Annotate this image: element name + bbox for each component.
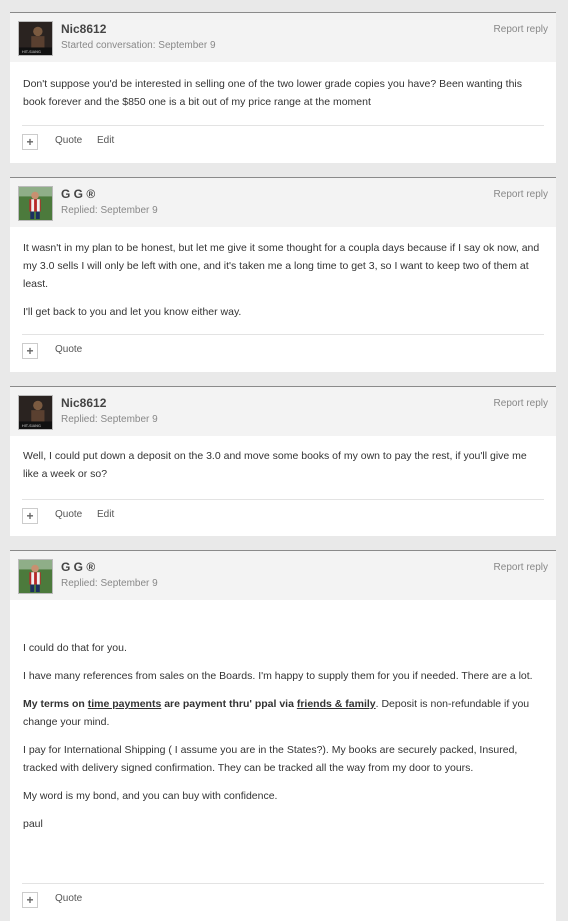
post: G G ® Replied: September 9 Report reply …	[10, 177, 556, 372]
plus-button[interactable]: +	[22, 343, 38, 359]
author-name[interactable]: Nic8612	[61, 22, 106, 36]
avatar[interactable]	[18, 186, 53, 221]
post-paragraph: I'll get back to you and let you know ei…	[23, 306, 242, 318]
report-reply-link[interactable]: Report reply	[494, 398, 548, 409]
quote-button[interactable]: Quote	[55, 893, 82, 904]
post-body: Don't suppose you'd be interested in sel…	[10, 62, 556, 111]
terms-link-friends-family[interactable]: friends & family	[297, 698, 376, 710]
author-name[interactable]: G G ®	[61, 187, 95, 201]
post-date: Replied: September 9	[61, 578, 158, 589]
post-paragraph: It wasn't in my plan to be honest, but l…	[23, 242, 540, 290]
post: HIT-SIANG Nic8612 Replied: September 9 R…	[10, 386, 556, 536]
avatar[interactable]: HIT-SIANG	[18, 395, 53, 430]
post-body: It wasn't in my plan to be honest, but l…	[10, 227, 556, 321]
edit-button[interactable]: Edit	[97, 509, 114, 520]
quote-button[interactable]: Quote	[55, 135, 82, 146]
post-signature: paul	[23, 818, 43, 830]
plus-button[interactable]: +	[22, 892, 38, 908]
terms-text: My terms on	[23, 698, 88, 710]
post-paragraph: I have many references from sales on the…	[23, 670, 533, 682]
post-actions: + Quote	[22, 883, 544, 918]
terms-link-time-payments[interactable]: time payments	[88, 698, 162, 710]
plus-button[interactable]: +	[22, 508, 38, 524]
svg-text:HIT-SIANG: HIT-SIANG	[22, 424, 41, 428]
post-header: HIT-SIANG Nic8612 Started conversation: …	[10, 13, 556, 62]
quote-button[interactable]: Quote	[55, 344, 82, 355]
post-actions: + Quote Edit	[22, 125, 544, 160]
post: HIT-SIANG Nic8612 Started conversation: …	[10, 12, 556, 163]
post-date: Started conversation: September 9	[61, 40, 216, 51]
post-paragraph: My word is my bond, and you can buy with…	[23, 790, 278, 802]
author-name[interactable]: G G ®	[61, 560, 95, 574]
terms-paragraph: My terms on time payments are payment th…	[23, 695, 543, 731]
post-body: Well, I could put down a deposit on the …	[10, 436, 556, 483]
post-body: I could do that for you. I have many ref…	[10, 600, 556, 833]
terms-text: are payment thru' ppal via	[161, 698, 297, 710]
avatar[interactable]: HIT-SIANG	[18, 21, 53, 56]
report-reply-link[interactable]: Report reply	[494, 562, 548, 573]
avatar[interactable]	[18, 559, 53, 594]
edit-button[interactable]: Edit	[97, 135, 114, 146]
plus-button[interactable]: +	[22, 134, 38, 150]
report-reply-link[interactable]: Report reply	[494, 189, 548, 200]
post-date: Replied: September 9	[61, 205, 158, 216]
post-date: Replied: September 9	[61, 414, 158, 425]
post-header: HIT-SIANG Nic8612 Replied: September 9 R…	[10, 387, 556, 436]
post-paragraph: Don't suppose you'd be interested in sel…	[23, 78, 522, 108]
post-header: G G ® Replied: September 9 Report reply	[10, 551, 556, 600]
post-paragraph: I pay for International Shipping ( I ass…	[23, 744, 518, 774]
post-actions: + Quote	[22, 334, 544, 369]
post-paragraph: Well, I could put down a deposit on the …	[23, 450, 527, 480]
author-name[interactable]: Nic8612	[61, 396, 106, 410]
post-header: G G ® Replied: September 9 Report reply	[10, 178, 556, 227]
post-paragraph: I could do that for you.	[23, 642, 127, 654]
quote-button[interactable]: Quote	[55, 509, 82, 520]
post-actions: + Quote Edit	[22, 499, 544, 534]
report-reply-link[interactable]: Report reply	[494, 24, 548, 35]
svg-text:HIT-SIANG: HIT-SIANG	[22, 50, 41, 54]
post: G G ® Replied: September 9 Report reply …	[10, 550, 556, 921]
